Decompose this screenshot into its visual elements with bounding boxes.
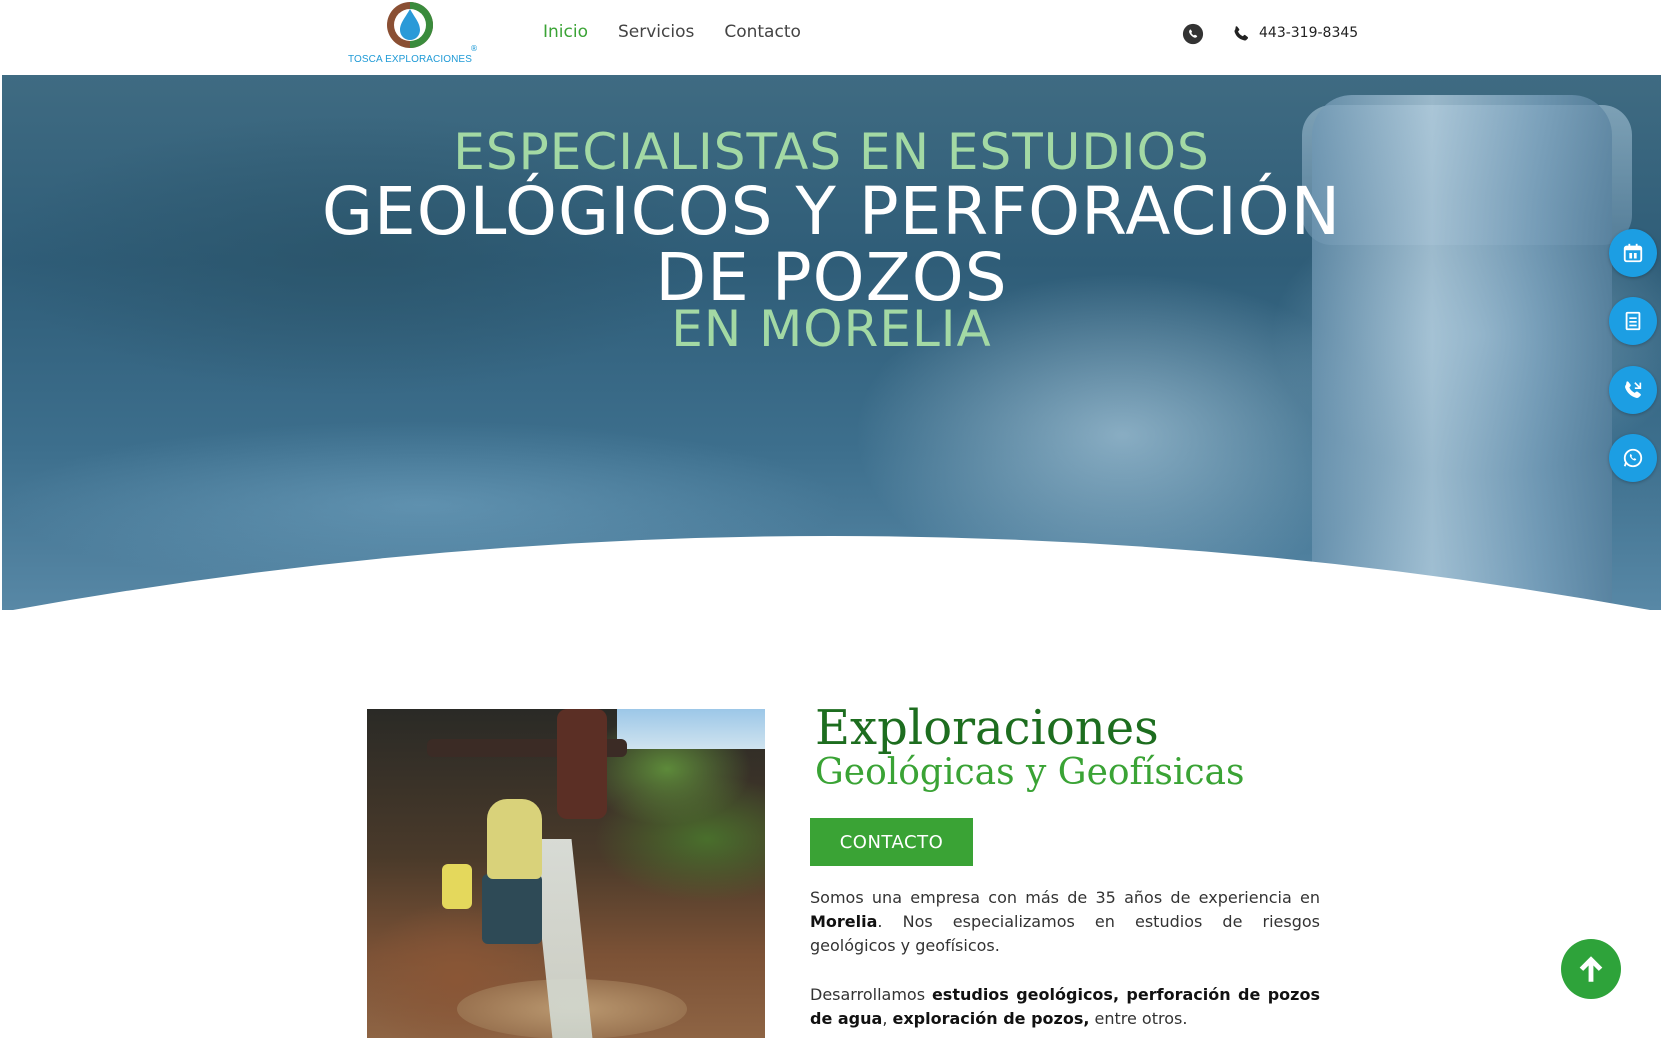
hero-banner: ESPECIALISTAS EN ESTUDIOS GEOLÓGICOS Y P… <box>2 75 1661 610</box>
side-calendar-button[interactable] <box>1609 229 1657 277</box>
well-pumping-photo <box>367 709 765 1038</box>
p1-text-a: Somos una empresa con más de 35 años de … <box>810 888 1320 907</box>
logo[interactable]: TOSCA EXPLORACIONES ® <box>346 0 482 70</box>
contacto-button[interactable]: CONTACTO <box>810 818 973 866</box>
side-call-button[interactable] <box>1609 366 1657 414</box>
whatsapp-icon[interactable] <box>1182 23 1204 45</box>
document-icon <box>1625 311 1641 331</box>
nav-servicios[interactable]: Servicios <box>618 22 694 42</box>
hero-line-4: EN MORELIA <box>671 300 992 358</box>
header-phone-number[interactable]: 443-319-8345 <box>1259 25 1358 41</box>
logo-text: TOSCA EXPLORACIONES <box>348 54 472 65</box>
p2-text-c: , <box>882 1009 893 1028</box>
intro-paragraph: Somos una empresa con más de 35 años de … <box>810 886 1320 958</box>
p2-text-a: Desarrollamos <box>810 985 932 1004</box>
side-document-button[interactable] <box>1609 297 1657 345</box>
p2-text-e: entre otros. <box>1089 1009 1188 1028</box>
nav-inicio[interactable]: Inicio <box>543 22 588 42</box>
hero-bottom-curve <box>13 536 1650 610</box>
whatsapp-icon <box>1623 448 1643 468</box>
section-title: Exploraciones <box>815 700 1159 756</box>
arrow-up-icon <box>1579 956 1603 982</box>
section-subtitle: Geológicas y Geofísicas <box>815 752 1245 793</box>
main-nav: Inicio Servicios Contacto <box>543 22 801 42</box>
scroll-to-top-button[interactable] <box>1561 939 1621 999</box>
side-whatsapp-button[interactable] <box>1609 434 1657 482</box>
p1-bold-morelia: Morelia <box>810 912 878 931</box>
site-header: TOSCA EXPLORACIONES ® Inicio Servicios C… <box>0 0 1661 75</box>
nav-contacto[interactable]: Contacto <box>724 22 801 42</box>
calendar-icon <box>1623 243 1643 263</box>
p1-text-c: . Nos especializamos en estudios de ries… <box>810 912 1320 955</box>
services-paragraph: Desarrollamos estudios geológicos, perfo… <box>810 983 1320 1031</box>
registered-mark: ® <box>470 44 478 53</box>
phone-call-icon <box>1625 381 1642 399</box>
p2-bold-exploracion: exploración de pozos, <box>892 1009 1090 1028</box>
phone-icon[interactable] <box>1232 25 1250 43</box>
logo-drop-icon <box>387 2 433 48</box>
